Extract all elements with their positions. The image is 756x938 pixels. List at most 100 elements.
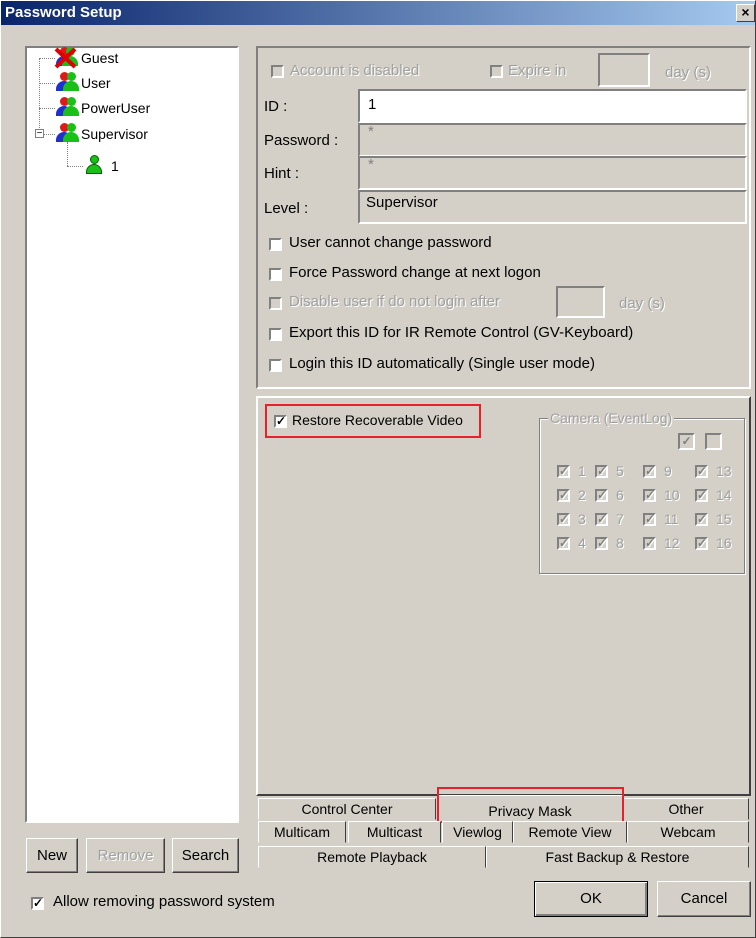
cancel-button[interactable]: Cancel [657,881,751,917]
tab-webcam[interactable]: Webcam [627,821,749,843]
tree-item-guest[interactable]: Guest [53,47,118,69]
camera-checkbox[interactable]: ✓ 14 [695,487,732,503]
camera-checkbox-box[interactable]: ✓ [595,512,608,526]
select-all-cameras-checkbox[interactable]: ✓ [678,433,695,450]
tab-control-center[interactable]: Control Center [258,798,436,820]
camera-checkbox-box[interactable]: ✓ [643,536,656,550]
camera-checkbox-box[interactable]: ✓ [643,488,656,502]
password-label: Password : [264,132,339,149]
camera-checkbox[interactable]: ✓ 15 [695,511,732,527]
camera-checkbox-box[interactable]: ✓ [557,512,570,526]
tab-multicast[interactable]: Multicast [348,821,441,843]
tab-remote-view[interactable]: Remote View [513,821,627,843]
camera-checkbox[interactable]: ✓ 13 [695,463,732,479]
privacy-mask-highlight-box [437,787,624,823]
disable-user-days-input[interactable] [556,286,605,318]
export-id-ir-remote-checkbox[interactable] [269,328,282,341]
camera-number-label: 1 [578,463,586,479]
disable-user-checkbox[interactable] [269,297,282,310]
tab-other[interactable]: Other [623,798,749,820]
tree-item-label: Supervisor [81,126,148,142]
restore-recoverable-video-label: Restore Recoverable Video [292,412,463,428]
clear-all-cameras-checkbox[interactable] [705,433,722,450]
export-id-ir-remote-label: Export this ID for IR Remote Control (GV… [289,324,634,341]
tree-item-label: 1 [111,158,119,174]
tab-content-panel: ✓ Restore Recoverable Video Camera (Even… [256,396,751,796]
login-automatically-checkbox[interactable] [269,359,282,372]
camera-number-label: 6 [616,487,624,503]
camera-checkbox[interactable]: ✓ 12 [643,535,680,551]
camera-checkbox[interactable]: ✓ 5 [595,463,624,479]
tab-viewlog[interactable]: Viewlog [442,821,513,843]
hint-label: Hint : [264,165,300,182]
account-disabled-checkbox[interactable] [271,65,284,78]
camera-checkbox-box[interactable]: ✓ [695,536,708,550]
tab-fast-backup-restore[interactable]: Fast Backup & Restore [486,846,749,868]
tab-multicam[interactable]: Multicam [258,821,346,843]
tree-item-poweruser[interactable]: PowerUser [53,97,151,118]
force-password-change-checkbox[interactable] [269,268,282,281]
camera-checkbox[interactable]: ✓ 4 [557,535,586,551]
camera-checkbox-box[interactable]: ✓ [595,488,608,502]
expire-in-label: Expire in [508,62,567,79]
account-panel: Account is disabled Expire in day (s) ID… [256,46,751,389]
tree-item-user-1[interactable]: 1 [83,155,119,177]
user-cannot-change-password-checkbox[interactable] [269,238,282,251]
account-disabled-label: Account is disabled [290,62,420,79]
hint-input[interactable]: * [358,156,747,190]
camera-checkbox-box[interactable]: ✓ [695,488,708,502]
user-tree-view[interactable]: − Guest User PowerUser Supervisor 1 [25,46,239,823]
camera-checkbox[interactable]: ✓ 11 [643,511,679,527]
tree-item-user[interactable]: User [53,72,111,94]
close-button[interactable]: × [736,4,755,22]
camera-checkbox[interactable]: ✓ 7 [595,511,624,527]
camera-checkbox-box[interactable]: ✓ [557,464,570,478]
user-group-icon [53,123,79,145]
remove-button[interactable]: Remove [86,838,165,873]
camera-number-label: 14 [716,487,732,503]
camera-group-title: Camera (EventLog) [548,410,675,426]
search-button[interactable]: Search [172,838,239,873]
supervisor-collapse-toggle[interactable]: − [35,129,44,139]
tree-item-label: PowerUser [81,100,151,116]
camera-number-label: 7 [616,511,624,527]
camera-number-label: 15 [716,511,732,527]
id-input[interactable]: 1 [358,89,747,123]
expire-in-checkbox[interactable] [490,65,503,78]
camera-checkbox-box[interactable]: ✓ [557,488,570,502]
login-automatically-label: Login this ID automatically (Single user… [289,355,595,372]
allow-removing-password-system-checkbox[interactable]: ✓ [31,897,44,910]
camera-checkbox[interactable]: ✓ 9 [643,463,672,479]
disable-user-label: Disable user if do not login after [289,293,500,310]
password-input[interactable]: * [358,123,747,157]
camera-checkbox[interactable]: ✓ 10 [643,487,680,503]
user-group-icon [53,72,79,94]
camera-number-label: 11 [664,511,679,527]
camera-checkbox[interactable]: ✓ 1 [557,463,586,479]
camera-checkbox-box[interactable]: ✓ [595,536,608,550]
new-button[interactable]: New [26,838,78,873]
camera-checkbox[interactable]: ✓ 3 [557,511,586,527]
camera-number-label: 4 [578,535,586,551]
camera-checkbox-box[interactable]: ✓ [695,512,708,526]
camera-checkbox-box[interactable]: ✓ [595,464,608,478]
level-label: Level : [264,200,309,217]
camera-number-label: 2 [578,487,586,503]
camera-checkbox-box[interactable]: ✓ [557,536,570,550]
title-bar[interactable]: Password Setup × [1,1,755,25]
camera-checkbox[interactable]: ✓ 6 [595,487,624,503]
camera-checkbox[interactable]: ✓ 16 [695,535,732,551]
disable-user-unit-label: day (s) [619,295,665,312]
camera-checkbox-box[interactable]: ✓ [695,464,708,478]
tree-item-supervisor[interactable]: Supervisor [53,123,148,145]
expire-days-input[interactable] [598,53,650,87]
camera-checkbox[interactable]: ✓ 2 [557,487,586,503]
tab-remote-playback[interactable]: Remote Playback [258,846,486,868]
camera-checkbox-box[interactable]: ✓ [643,464,656,478]
guest-disabled-user-icon [53,47,79,69]
ok-button[interactable]: OK [534,881,648,917]
restore-recoverable-video-checkbox[interactable]: ✓ [274,415,287,428]
user-icon [83,155,109,177]
camera-checkbox[interactable]: ✓ 8 [595,535,624,551]
camera-checkbox-box[interactable]: ✓ [643,512,656,526]
